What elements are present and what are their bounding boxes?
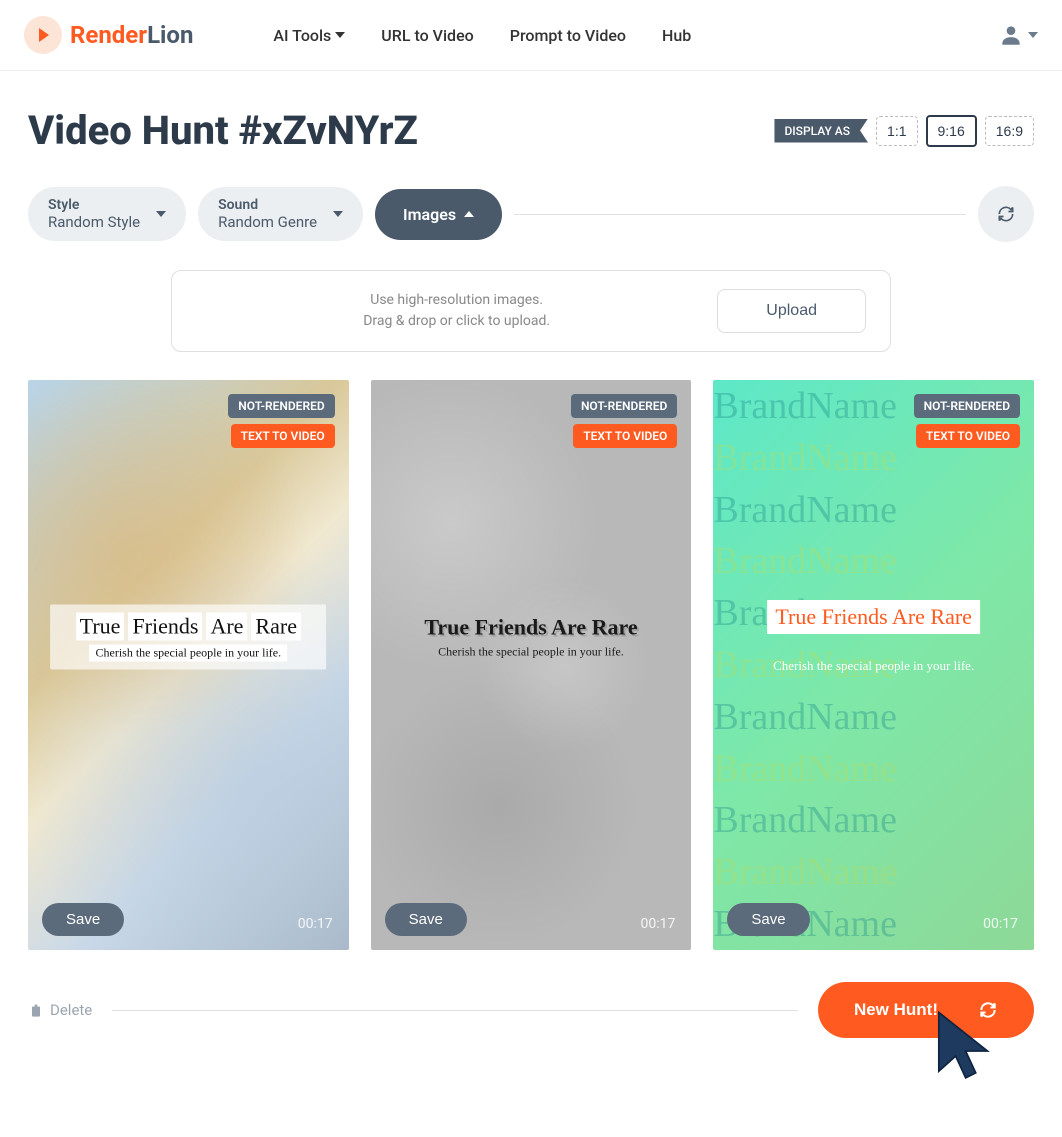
controls-row: Style Random Style Sound Random Genre Im… — [28, 186, 1034, 242]
divider — [112, 1010, 798, 1011]
aspect-ratio-group: DISPLAY AS 1:1 9:16 16:9 — [774, 115, 1034, 147]
images-toggle[interactable]: Images — [375, 189, 502, 240]
style-value: Random Style — [48, 213, 140, 231]
card-subtitle: Cherish the special people in your life. — [393, 644, 669, 659]
nav-prompt-to-video[interactable]: Prompt to Video — [510, 26, 626, 45]
delete-button[interactable]: Delete — [28, 1001, 92, 1019]
nav: AI Tools URL to Video Prompt to Video Hu… — [273, 26, 691, 45]
video-card-3[interactable]: BrandName BrandName BrandName BrandName … — [713, 380, 1034, 950]
header: RenderLion AI Tools URL to Video Prompt … — [0, 0, 1062, 71]
not-rendered-badge: NOT-RENDERED — [228, 394, 334, 418]
text-to-video-badge: TEXT TO VIDEO — [916, 424, 1020, 448]
card-title: TrueFriendsAreRare — [50, 612, 326, 640]
card-subtitle: Cherish the special people in your life. — [736, 658, 1012, 674]
card-title: True Friends Are Rare — [767, 600, 980, 634]
sound-dropdown[interactable]: Sound Random Genre — [198, 187, 363, 241]
display-as-label: DISPLAY AS — [774, 119, 868, 143]
style-dropdown-content: Style Random Style — [48, 197, 140, 231]
dropdown-caret-icon — [1028, 32, 1038, 38]
card-content: True Friends Are Rare Cherish the specia… — [736, 600, 1012, 674]
video-card-2[interactable]: NOT-RENDERED TEXT TO VIDEO True Friends … — [371, 380, 692, 950]
dropdown-caret-icon — [156, 211, 166, 217]
refresh-icon — [996, 204, 1016, 224]
nav-ai-tools-label: AI Tools — [273, 26, 331, 45]
page-title: Video Hunt #xZvNYrZ — [28, 107, 418, 154]
sound-value: Random Genre — [218, 213, 317, 231]
dropdown-caret-icon — [333, 211, 343, 217]
upload-line2: Drag & drop or click to upload. — [196, 311, 717, 332]
save-button[interactable]: Save — [42, 903, 124, 936]
upload-box[interactable]: Use high-resolution images. Drag & drop … — [171, 270, 891, 352]
card-content: True Friends Are Rare Cherish the specia… — [393, 614, 669, 659]
cards-row: NOT-RENDERED TEXT TO VIDEO TrueFriendsAr… — [28, 380, 1034, 950]
upload-button[interactable]: Upload — [717, 289, 866, 333]
logo[interactable]: RenderLion — [24, 16, 193, 54]
sound-dropdown-content: Sound Random Genre — [218, 197, 317, 231]
duration-label: 00:17 — [640, 916, 675, 932]
dropdown-caret-icon — [335, 32, 345, 38]
video-card-1[interactable]: NOT-RENDERED TEXT TO VIDEO TrueFriendsAr… — [28, 380, 349, 950]
save-button[interactable]: Save — [727, 903, 809, 936]
card-subtitle: Cherish the special people in your life. — [90, 644, 288, 661]
main: Video Hunt #xZvNYrZ DISPLAY AS 1:1 9:16 … — [0, 71, 1062, 1074]
duration-label: 00:17 — [983, 916, 1018, 932]
aspect-16-9-button[interactable]: 16:9 — [985, 116, 1034, 146]
not-rendered-badge: NOT-RENDERED — [571, 394, 677, 418]
duration-label: 00:17 — [298, 916, 333, 932]
title-row: Video Hunt #xZvNYrZ DISPLAY AS 1:1 9:16 … — [28, 107, 1034, 154]
text-to-video-badge: TEXT TO VIDEO — [573, 424, 677, 448]
style-label: Style — [48, 197, 140, 213]
user-menu[interactable] — [998, 22, 1038, 48]
nav-url-to-video[interactable]: URL to Video — [381, 26, 473, 45]
nav-hub[interactable]: Hub — [662, 26, 691, 45]
user-icon — [998, 22, 1024, 48]
aspect-1-1-button[interactable]: 1:1 — [876, 116, 917, 146]
divider — [514, 214, 966, 215]
trash-icon — [28, 1002, 44, 1018]
save-button[interactable]: Save — [385, 903, 467, 936]
upload-line1: Use high-resolution images. — [196, 290, 717, 311]
images-label: Images — [403, 205, 456, 224]
logo-text-part2: Lion — [147, 21, 193, 49]
logo-text: RenderLion — [70, 21, 193, 49]
footer-row: Delete New Hunt! — [28, 982, 1034, 1038]
card-content: TrueFriendsAreRare Cherish the special p… — [50, 604, 326, 669]
style-dropdown[interactable]: Style Random Style — [28, 187, 186, 241]
card-title: True Friends Are Rare — [393, 614, 669, 640]
logo-icon — [24, 16, 62, 54]
logo-text-part1: Render — [70, 21, 147, 49]
dropdown-caret-up-icon — [464, 211, 474, 217]
refresh-button[interactable] — [978, 186, 1034, 242]
not-rendered-badge: NOT-RENDERED — [914, 394, 1020, 418]
aspect-9-16-button[interactable]: 9:16 — [926, 115, 977, 147]
delete-label: Delete — [50, 1001, 92, 1019]
sound-label: Sound — [218, 197, 317, 213]
text-to-video-badge: TEXT TO VIDEO — [231, 424, 335, 448]
cursor-icon — [922, 1004, 1006, 1088]
nav-ai-tools[interactable]: AI Tools — [273, 26, 345, 45]
upload-instructions: Use high-resolution images. Drag & drop … — [196, 290, 717, 332]
